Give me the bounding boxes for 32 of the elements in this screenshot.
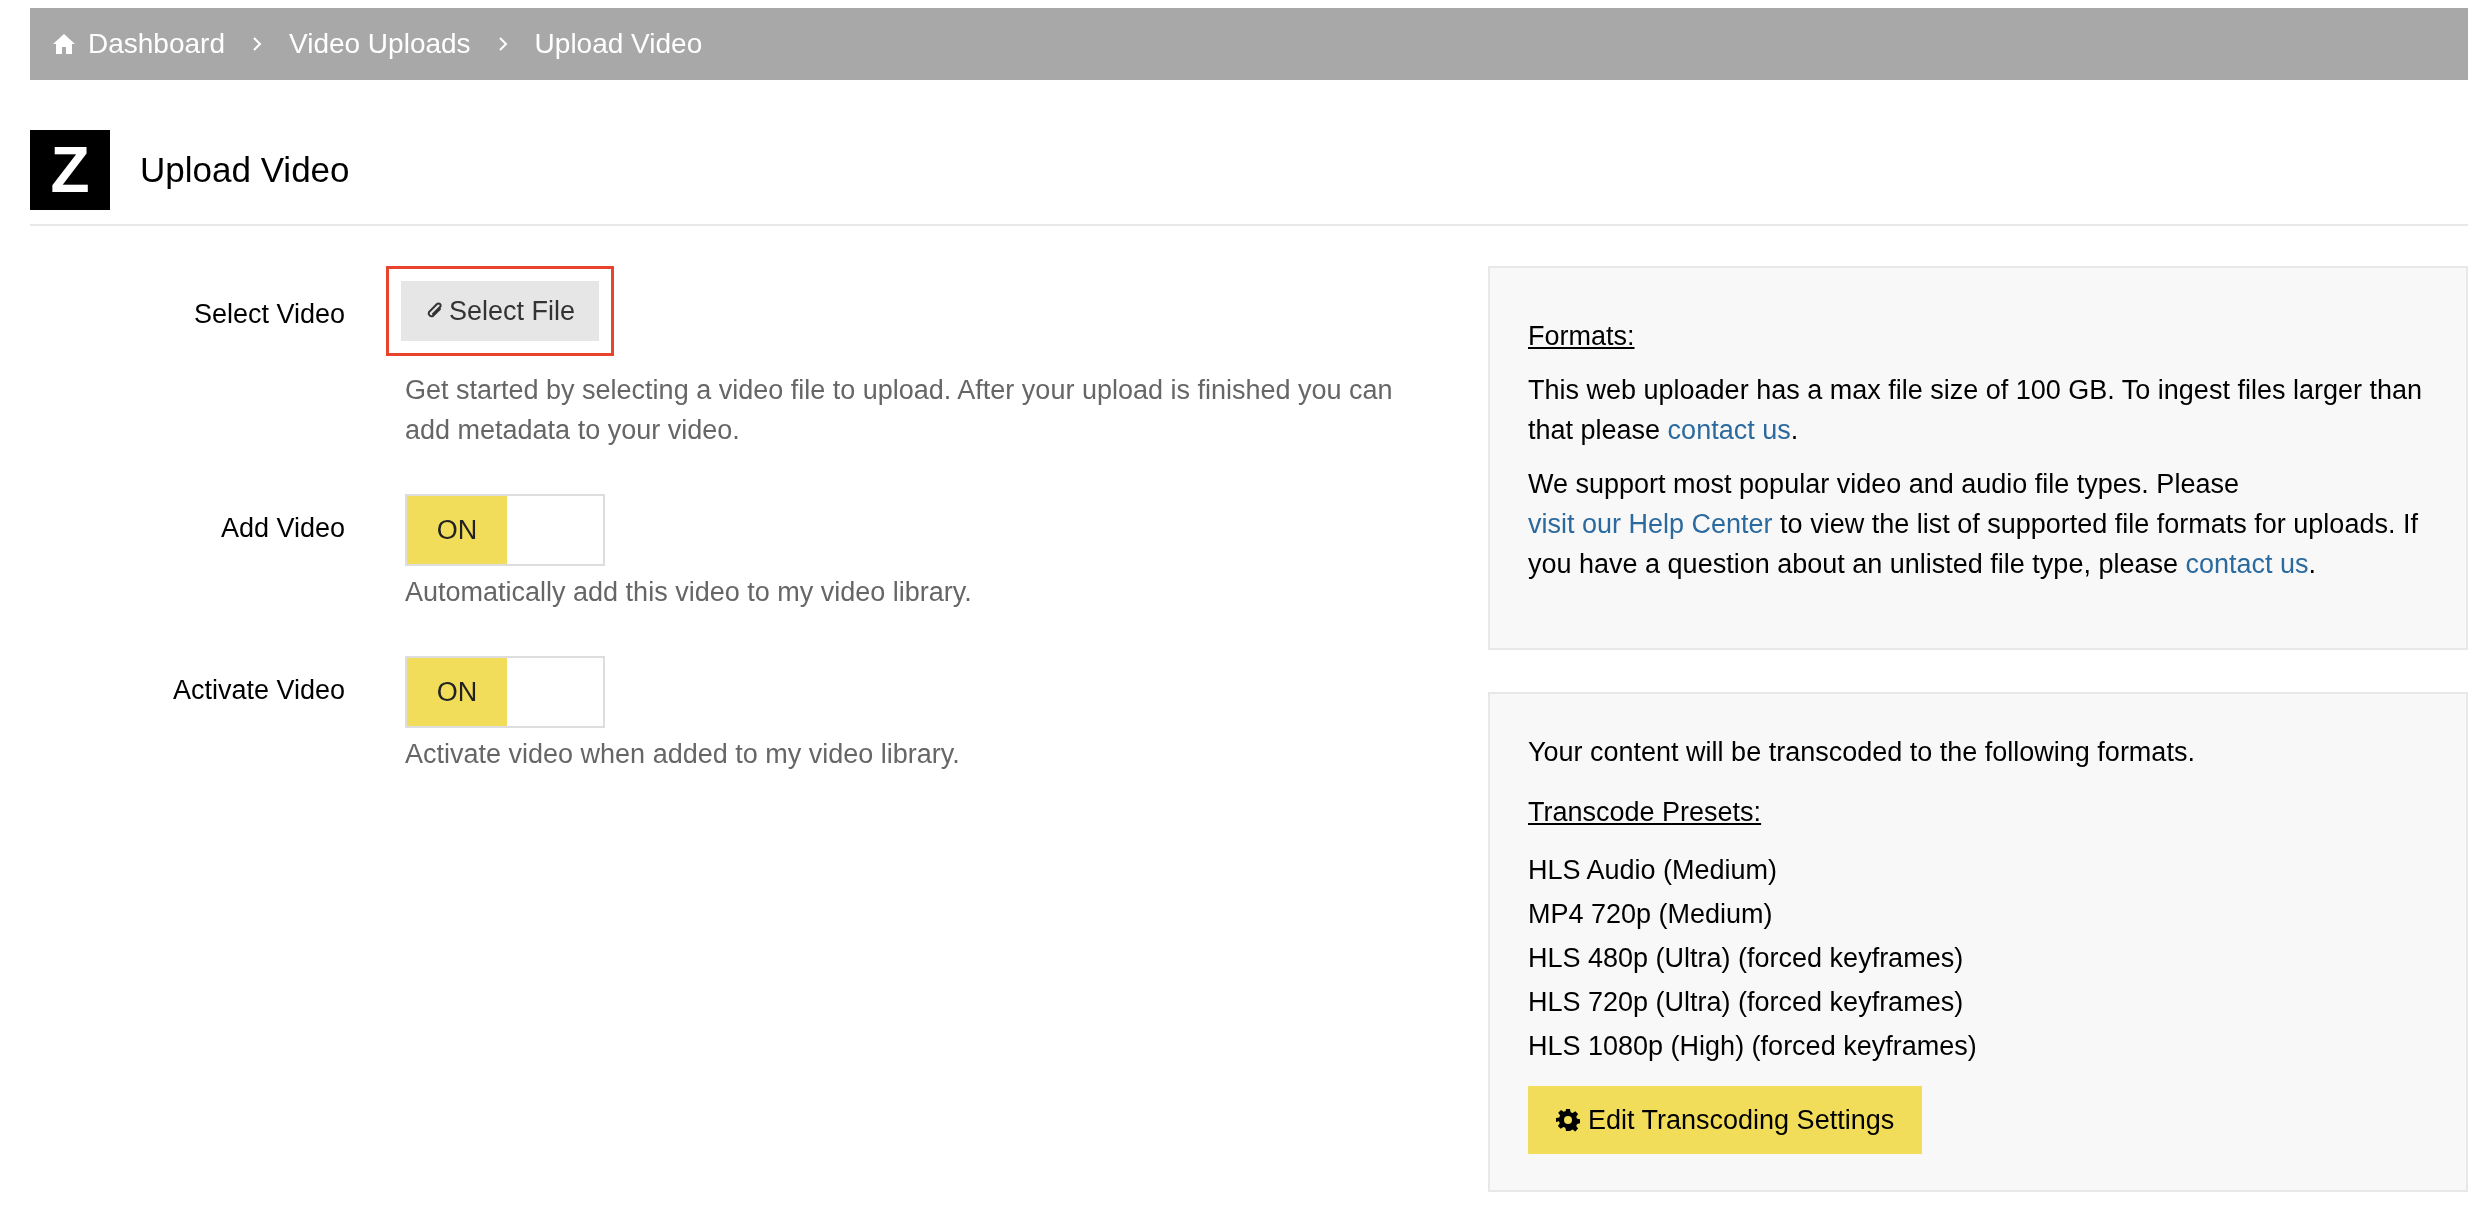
page-title: Upload Video [140,148,350,191]
help-text: Get started by selecting a video file to upload. After your upload is finished you can add metadata to your video. [405,374,1394,447]
preset-item: HLS Audio (Medium) [1528,854,1778,887]
panel-heading: Formats: [1528,320,1635,353]
toggle-switch[interactable]: ON [405,656,605,728]
home-icon [52,33,76,55]
toggle-switch[interactable]: ON [405,494,605,566]
info-paragraph: We support most popular video and audio file types. Please visit our Help Center to view the list of supported file formats for uploads. If you have a question about an unlisted file type, please contact us. [1528,468,2419,581]
intro-text: Your content will be transcoded to the following formats. [1528,736,2196,769]
link[interactable]: visit our Help Center [1528,509,1773,539]
select-file-button[interactable]: Select File [401,281,600,341]
field-label: Add Video [220,513,345,543]
link[interactable]: contact us [1667,415,1791,445]
link[interactable]: contact us [2185,549,2309,579]
logo: Z [30,130,110,210]
breadcrumb-current: Upload Video [534,27,703,61]
toggle-label: ON [407,496,507,564]
field-label: Activate Video [172,675,345,705]
field-label: Select Video [193,299,345,329]
info-paragraph: This web uploader has a max file size of 100 GB. To ingest files larger than that please contact us. [1528,374,2423,447]
chevron-icon [251,35,263,53]
edit-settings-button[interactable]: Edit Transcoding Settings [1528,1086,1923,1154]
preset-item: HLS 1080p (High) (forced keyframes) [1528,1030,1977,1063]
help-text: Activate video when added to my video library. [405,738,961,771]
chevron-icon [496,35,509,53]
help-text: Automatically add this video to my video library. [405,576,973,609]
preset-item: HLS 720p (Ultra) (forced keyframes) [1528,986,1964,1019]
toggle-label: ON [407,658,507,726]
gear-icon [1556,1108,1580,1132]
panel-heading: Transcode Presets: [1528,796,1762,829]
preset-item: HLS 480p (Ultra) (forced keyframes) [1528,942,1964,975]
preset-item: MP4 720p (Medium) [1528,898,1773,931]
